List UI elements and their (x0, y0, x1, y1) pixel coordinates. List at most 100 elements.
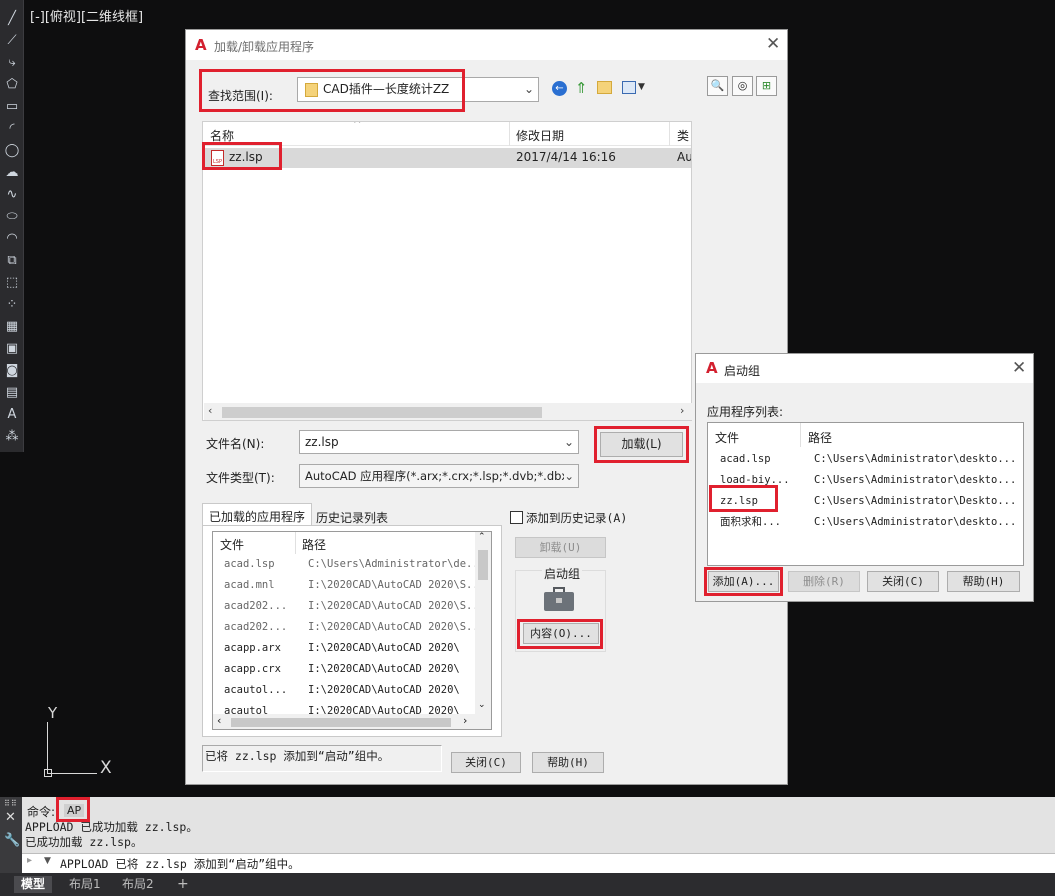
scroll-thumb[interactable] (231, 718, 451, 727)
scroll-left-icon[interactable]: ‹ (208, 404, 212, 417)
back-icon[interactable]: ← (552, 81, 567, 96)
revision-cloud-icon[interactable]: ☁ (3, 164, 21, 182)
up-folder-icon[interactable]: ⇑ (575, 79, 588, 97)
insert-block-icon[interactable]: ⧉ (3, 252, 21, 270)
add-selected-icon[interactable]: ⁂ (3, 428, 21, 446)
tab-history[interactable]: 历史记录列表 (313, 506, 393, 526)
loaded-list-hscrollbar[interactable]: ‹ › (213, 714, 491, 729)
list-item[interactable]: acad202... I:\2020CAD\AutoCAD 2020\S... (213, 617, 475, 638)
command-side-panel (0, 853, 22, 873)
item-path: I:\2020CAD\AutoCAD 2020\ (308, 684, 460, 696)
layout-tabs-bar: 模型 布局1 布局2 + (0, 873, 1055, 896)
command-side-panel: ⠿⠿ ✕ 🔧 (0, 797, 22, 853)
rectangle-icon[interactable]: ▭ (3, 98, 21, 116)
search-web-icon[interactable]: ◎ (732, 76, 753, 96)
loaded-list-vscrollbar[interactable]: ⌃ ⌄ (475, 532, 491, 714)
tab-layout1[interactable]: 布局1 (62, 876, 108, 893)
scroll-right-icon[interactable]: › (463, 714, 467, 727)
command-icon[interactable]: ▸ (27, 855, 32, 866)
chevron-down-icon: ⌄ (523, 82, 534, 96)
briefcase-icon (544, 587, 574, 611)
ellipse-icon[interactable]: ⬭ (3, 208, 21, 226)
scroll-up-icon[interactable]: ⌃ (478, 532, 486, 542)
list-item[interactable]: acad.lsp C:\Users\Administrator\de... (213, 554, 475, 575)
filename-input[interactable]: zz.lsp ⌄ (299, 430, 579, 454)
viewport-controls-label[interactable]: [-][俯视][二维线框] (30, 6, 143, 25)
polygon-icon[interactable]: ⬠ (3, 76, 21, 94)
list-item[interactable]: 面积求和... C:\Users\Administrator\deskto... (708, 512, 1023, 533)
customize-wrench-icon[interactable]: 🔧 (4, 833, 20, 848)
scroll-right-icon[interactable]: › (680, 404, 684, 417)
close-icon[interactable]: ✕ (766, 34, 780, 54)
list-item[interactable]: acapp.crx I:\2020CAD\AutoCAD 2020\ (213, 659, 475, 680)
tab-model[interactable]: 模型 (14, 876, 53, 893)
point-icon[interactable]: ⁘ (3, 296, 21, 314)
gradient-icon[interactable]: ▣ (3, 340, 21, 358)
item-file: acad.lsp (720, 453, 771, 465)
ellipse-arc-icon[interactable]: ◠ (3, 230, 21, 248)
scroll-left-icon[interactable]: ‹ (217, 714, 221, 727)
make-block-icon[interactable]: ⬚ (3, 274, 21, 292)
construction-line-icon[interactable]: ⤷ (3, 54, 21, 72)
spline-icon[interactable]: ∿ (3, 186, 21, 204)
list-item[interactable]: acad.mnl I:\2020CAD\AutoCAD 2020\S... (213, 575, 475, 596)
column-file[interactable]: 文件 (715, 429, 739, 446)
tab-layout2[interactable]: 布局2 (115, 876, 161, 893)
column-path[interactable]: 路径 (808, 429, 832, 446)
command-input[interactable]: ▸ ▼ APPLOAD 已将 zz.lsp 添加到“启动”组中。 (22, 853, 1055, 873)
list-item[interactable]: acautol... I:\2020CAD\AutoCAD 2020\ (213, 680, 475, 701)
tab-loaded-apps[interactable]: 已加载的应用程序 (202, 503, 312, 526)
list-item[interactable]: acad202... I:\2020CAD\AutoCAD 2020\S... (213, 596, 475, 617)
ucs-origin-box (44, 769, 52, 777)
help-button[interactable]: 帮助(H) (532, 752, 604, 773)
autocad-logo-icon: A (706, 359, 718, 377)
table-icon[interactable]: ▤ (3, 384, 21, 402)
loaded-apps-list: 文件 路径 acad.lsp C:\Users\Administrator\de.… (212, 531, 492, 730)
new-folder-icon[interactable] (597, 81, 612, 94)
recent-commands-icon[interactable]: ▼ (44, 856, 51, 866)
views-dropdown-icon[interactable]: ▼ (638, 82, 645, 92)
dialog-titlebar: A 启动组 ✕ (696, 354, 1033, 383)
list-item[interactable]: acapp.arx I:\2020CAD\AutoCAD 2020\ (213, 638, 475, 659)
file-list-hscrollbar[interactable]: ‹ › (204, 403, 692, 420)
item-file: acad.lsp (224, 558, 275, 570)
scroll-thumb[interactable] (478, 550, 488, 580)
find-file-icon[interactable]: 🔍 (707, 76, 728, 96)
column-type[interactable]: 类 (677, 127, 689, 144)
ucs-y-label: Y (48, 704, 58, 722)
grip-icon[interactable]: ⠿⠿ (4, 799, 18, 808)
scroll-down-icon[interactable]: ⌄ (478, 700, 486, 710)
filetype-select[interactable]: AutoCAD 应用程序(*.arx;*.crx;*.lsp;*.dvb;*.d… (299, 464, 579, 488)
add-location-icon[interactable]: ⊞ (756, 76, 777, 96)
column-path[interactable]: 路径 (302, 536, 326, 553)
remove-button[interactable]: 删除(R) (788, 571, 860, 592)
circle-icon[interactable]: ◯ (3, 142, 21, 160)
unload-button[interactable]: 卸载(U) (515, 537, 606, 558)
add-to-history-checkbox[interactable] (510, 511, 523, 524)
polyline-icon[interactable]: ⟋ (3, 32, 21, 50)
list-item[interactable]: acad.lsp C:\Users\Administrator\deskto... (708, 449, 1023, 470)
close-command-icon[interactable]: ✕ (5, 810, 16, 825)
scroll-thumb[interactable] (222, 407, 542, 418)
hatch-icon[interactable]: ▦ (3, 318, 21, 336)
highlight-file (202, 142, 282, 170)
column-file[interactable]: 文件 (220, 536, 244, 553)
column-date[interactable]: 修改日期 (516, 127, 564, 144)
close-button[interactable]: 关闭(C) (451, 752, 521, 773)
add-layout-button[interactable]: + (170, 876, 196, 893)
line-icon[interactable]: ╱ (3, 10, 21, 28)
arc-icon[interactable]: ◜ (3, 120, 21, 138)
loaded-rows: acad.lsp C:\Users\Administrator\de... aca… (213, 554, 475, 717)
chevron-down-icon: ⌄ (564, 465, 574, 487)
views-icon[interactable] (622, 81, 636, 94)
multiline-text-icon[interactable]: A (3, 406, 21, 424)
close-icon[interactable]: ✕ (1012, 358, 1026, 378)
app-list-label: 应用程序列表: (707, 405, 784, 419)
add-to-history-label: 添加到历史记录(A) (526, 511, 628, 525)
region-icon[interactable]: ◙ (3, 362, 21, 380)
item-path: C:\Users\Administrator\Deskto... (814, 495, 1017, 507)
column-divider (800, 423, 801, 447)
draw-toolbar: ╱ ⟋ ⤷ ⬠ ▭ ◜ ◯ ☁ ∿ ⬭ ◠ ⧉ ⬚ ⁘ ▦ ▣ ◙ ▤ A ⁂ (0, 0, 24, 452)
close-button[interactable]: 关闭(C) (867, 571, 939, 592)
help-button[interactable]: 帮助(H) (947, 571, 1020, 592)
